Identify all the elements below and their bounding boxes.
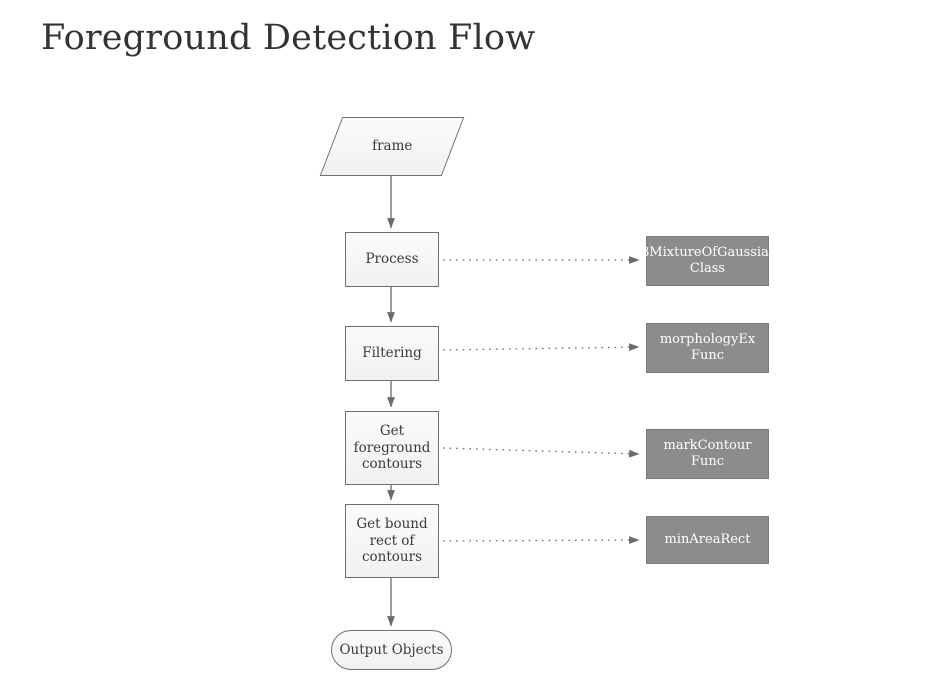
edge-get-bound-rect-to-minarearect — [442, 536, 640, 544]
edge-filtering-to-morphologyex-func — [442, 343, 640, 352]
flowchart-canvas — [387, 176, 640, 627]
annotation-morphologyex-func-label: morphologyEx Func — [659, 332, 756, 363]
annotation-markcontour-func-label: markContour Func — [663, 438, 752, 469]
annotation-lbmixtureofgaussians-class[interactable]: LBMixtureOfGaussians Class — [631, 236, 784, 286]
annotation-markcontour-func[interactable]: markContour Func — [646, 429, 769, 479]
annotation-minarearect-label: minAreaRect — [664, 532, 751, 548]
node-output-objects[interactable]: Output Objects — [331, 630, 452, 670]
edge-get-foreground-contours-to-markcontour-func — [442, 447, 640, 458]
node-frame-label: frame — [371, 138, 413, 155]
annotation-morphologyex-func[interactable]: morphologyEx Func — [646, 323, 769, 373]
node-process-label: Process — [365, 251, 419, 268]
node-process[interactable]: Process — [345, 232, 439, 287]
node-get-bound-rect[interactable]: Get bound rect of contours — [345, 504, 439, 578]
node-get-bound-rect-label: Get bound rect of contours — [356, 516, 428, 566]
node-filtering-label: Filtering — [362, 345, 422, 362]
annotation-minarearect[interactable]: minAreaRect — [646, 516, 769, 564]
node-get-foreground-contours[interactable]: Get foreground contours — [345, 411, 439, 485]
annotation-lbmixtureofgaussians-class-label: LBMixtureOfGaussians Class — [631, 245, 784, 276]
node-filtering[interactable]: Filtering — [345, 326, 439, 381]
node-get-foreground-contours-label: Get foreground contours — [353, 423, 431, 473]
node-output-objects-label: Output Objects — [339, 641, 444, 658]
node-frame[interactable]: frame — [319, 117, 465, 176]
